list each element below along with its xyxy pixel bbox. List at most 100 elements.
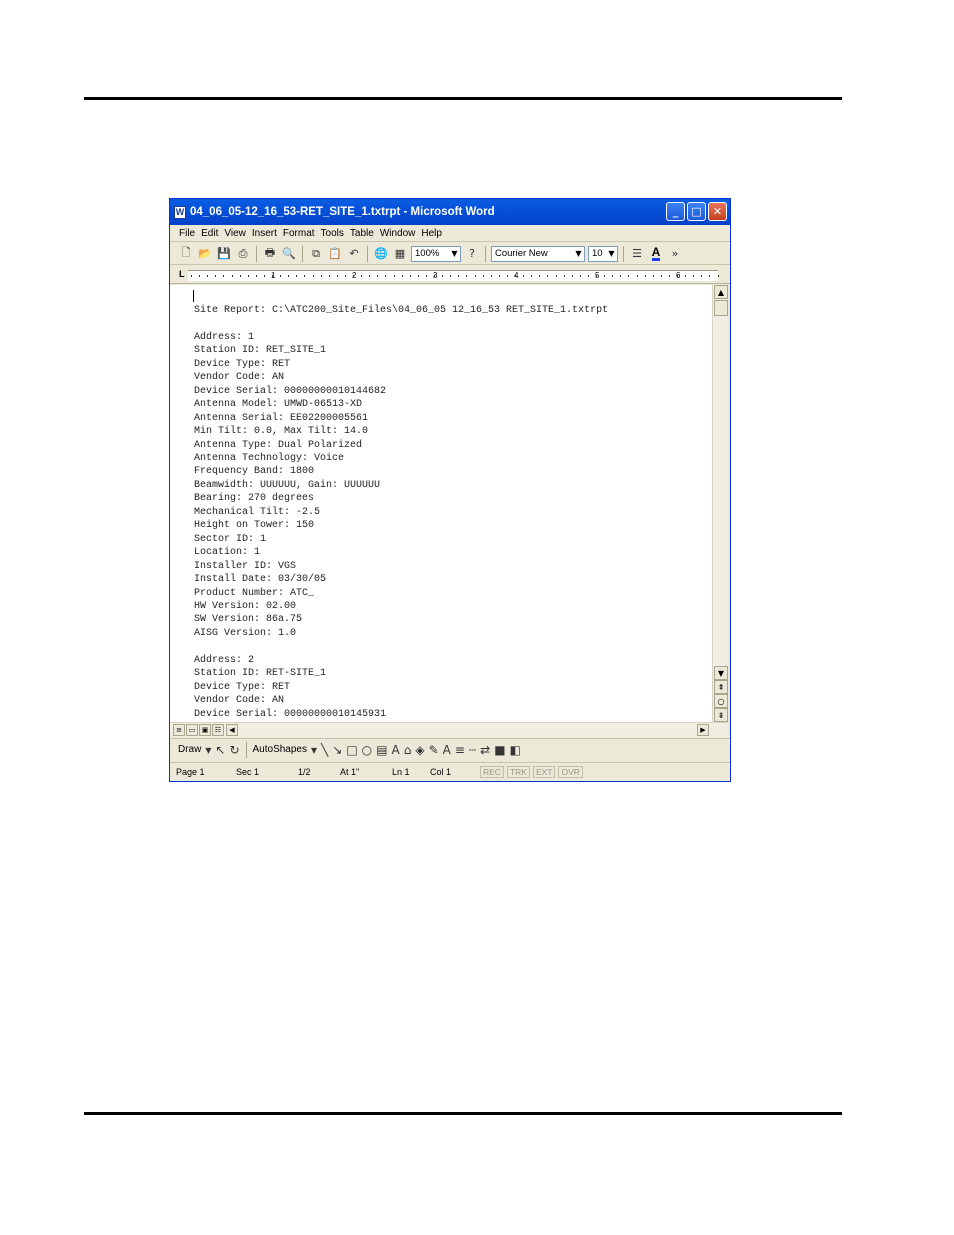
scroll-left-button[interactable]: ◀ (226, 724, 238, 736)
scroll-thumb[interactable] (714, 300, 728, 316)
scroll-up-button[interactable]: ▲ (714, 285, 728, 299)
print-layout-icon[interactable]: ▣ (199, 724, 211, 736)
ruler-tick (450, 275, 452, 277)
line-color-icon[interactable]: ✎ (429, 743, 439, 757)
permission-icon[interactable]: ⎙ (235, 246, 251, 262)
word-app-icon[interactable]: W (174, 205, 186, 219)
menu-edit[interactable]: Edit (201, 228, 218, 239)
print-preview-icon[interactable]: 🔍 (281, 246, 297, 262)
autoshapes-menu-button[interactable]: AutoShapes (253, 744, 308, 755)
font-color-icon[interactable]: A (443, 743, 451, 757)
ruler-tick (482, 275, 484, 277)
ruler-tick (215, 275, 217, 277)
ruler-tick (207, 275, 209, 277)
select-objects-icon[interactable]: ↖ (215, 743, 225, 757)
status-section: Sec 1 (236, 766, 260, 777)
menu-tools[interactable]: Tools (321, 228, 344, 239)
status-trk[interactable]: TRK (506, 765, 530, 778)
draw-menu-button[interactable]: Draw (178, 744, 201, 755)
ruler-tick (344, 275, 346, 277)
document-line: Installer ID: VGS (194, 560, 297, 572)
font-color-icon[interactable]: A (648, 246, 664, 262)
chevron-down-icon[interactable]: ▾ (205, 743, 211, 757)
3d-style-icon[interactable]: ◧ (510, 743, 521, 757)
menu-view[interactable]: View (224, 228, 246, 239)
chevron-down-icon[interactable]: ▼ (449, 247, 460, 261)
line-icon[interactable]: ╲ (321, 743, 328, 757)
clip-art-icon[interactable]: ⌂ (404, 743, 412, 757)
menu-insert[interactable]: Insert (252, 228, 277, 239)
ruler-tick (320, 275, 322, 277)
chevron-down-icon[interactable]: ▼ (606, 247, 617, 261)
open-folder-icon[interactable]: 📂 (197, 246, 213, 262)
oval-icon[interactable]: ○ (362, 743, 372, 757)
ruler-tick (555, 275, 557, 277)
toolbar-separator (623, 245, 624, 262)
maximize-button[interactable]: □ (687, 202, 706, 221)
hyperlink-icon[interactable]: 🌐 (373, 246, 389, 262)
document-line: Frequency Band: 1800 (194, 466, 315, 478)
line-style-icon[interactable]: ≡ (455, 743, 465, 757)
previous-page-button[interactable]: ⇞ (714, 680, 728, 694)
toolbar-options-icon[interactable]: » (667, 246, 683, 262)
tab-selector[interactable]: L (179, 269, 185, 279)
status-ovr[interactable]: OVR (558, 765, 583, 778)
menu-format[interactable]: Format (283, 228, 315, 239)
font-name-combo[interactable]: Courier New ▼ (491, 245, 585, 262)
save-icon[interactable]: 💾 (216, 246, 232, 262)
menu-help[interactable]: Help (421, 228, 442, 239)
font-size-combo[interactable]: 10 ▼ (588, 245, 618, 262)
select-browse-object-icon[interactable]: ○ (714, 694, 728, 708)
ruler-tick (660, 275, 662, 277)
arrow-style-icon[interactable]: ⇄ (480, 743, 490, 757)
undo-icon[interactable]: ↶ (346, 246, 362, 262)
status-ext[interactable]: EXT (532, 765, 556, 778)
close-button[interactable]: ✕ (708, 202, 727, 221)
horizontal-ruler[interactable]: L 1 2 3 4 5 6 (170, 266, 730, 284)
page-bottom-rule (84, 1112, 842, 1115)
web-layout-icon[interactable]: ▭ (186, 724, 198, 736)
scroll-right-button[interactable]: ▶ (697, 724, 709, 736)
chevron-down-icon[interactable]: ▾ (311, 743, 317, 757)
outline-view-icon[interactable]: ☷ (212, 724, 224, 736)
vertical-scrollbar[interactable]: ▲ ▼ ⇞ ○ ⇟ (712, 285, 728, 722)
help-icon[interactable]: ? (464, 246, 480, 262)
title-bar[interactable]: W 04_06_05-12_16_53-RET_SITE_1.txtrpt - … (170, 199, 730, 225)
menu-file[interactable]: File (179, 228, 195, 239)
print-icon[interactable]: 🖶 (262, 246, 278, 262)
ruler-tick (191, 275, 192, 277)
status-rec[interactable]: REC (480, 765, 504, 778)
minimize-button[interactable]: _ (666, 202, 685, 221)
zoom-combo[interactable]: 100% ▼ (411, 245, 461, 262)
line-spacing-icon[interactable]: ☰ (629, 246, 645, 262)
next-page-button[interactable]: ⇟ (714, 708, 728, 722)
wordart-icon[interactable]: A (392, 743, 400, 757)
menu-window[interactable]: Window (380, 228, 416, 239)
ruler-tick (304, 275, 306, 277)
text-box-icon[interactable]: ▤ (376, 743, 387, 757)
scroll-down-button[interactable]: ▼ (714, 666, 728, 680)
normal-view-icon[interactable]: ≡ (173, 724, 185, 736)
shadow-icon[interactable]: ■ (494, 743, 505, 757)
arrow-icon[interactable]: ↘ (332, 743, 342, 757)
document-area[interactable]: Site Report: C:\ATC200_Site_Files\04_06_… (170, 285, 712, 722)
rotate-icon[interactable]: ↻ (229, 743, 239, 757)
ruler-tick (709, 275, 711, 277)
horizontal-scrollbar[interactable]: ≡ ▭ ▣ ☷ ◀ ▶ (170, 722, 728, 737)
menu-bar: File Edit View Insert Format Tools Table… (170, 225, 730, 242)
rectangle-icon[interactable]: □ (346, 743, 357, 757)
document-text[interactable]: Site Report: C:\ATC200_Site_Files\04_06_… (194, 304, 704, 721)
copy-icon[interactable]: ⧉ (308, 246, 324, 262)
ruler-tick (458, 275, 460, 277)
paste-icon[interactable]: 📋 (327, 246, 343, 262)
document-line: Device Serial: 00000000010145931 (194, 708, 387, 720)
ruler-tick (385, 275, 387, 277)
fill-color-icon[interactable]: ◈ (415, 743, 424, 757)
ruler-tick (425, 275, 427, 277)
menu-table[interactable]: Table (350, 228, 374, 239)
new-document-icon[interactable]: 🗋 (178, 246, 194, 262)
ruler-tick (498, 275, 500, 277)
table-icon[interactable]: ▦ (392, 246, 408, 262)
chevron-down-icon[interactable]: ▼ (573, 247, 584, 261)
dash-style-icon[interactable]: ┄ (469, 743, 476, 757)
